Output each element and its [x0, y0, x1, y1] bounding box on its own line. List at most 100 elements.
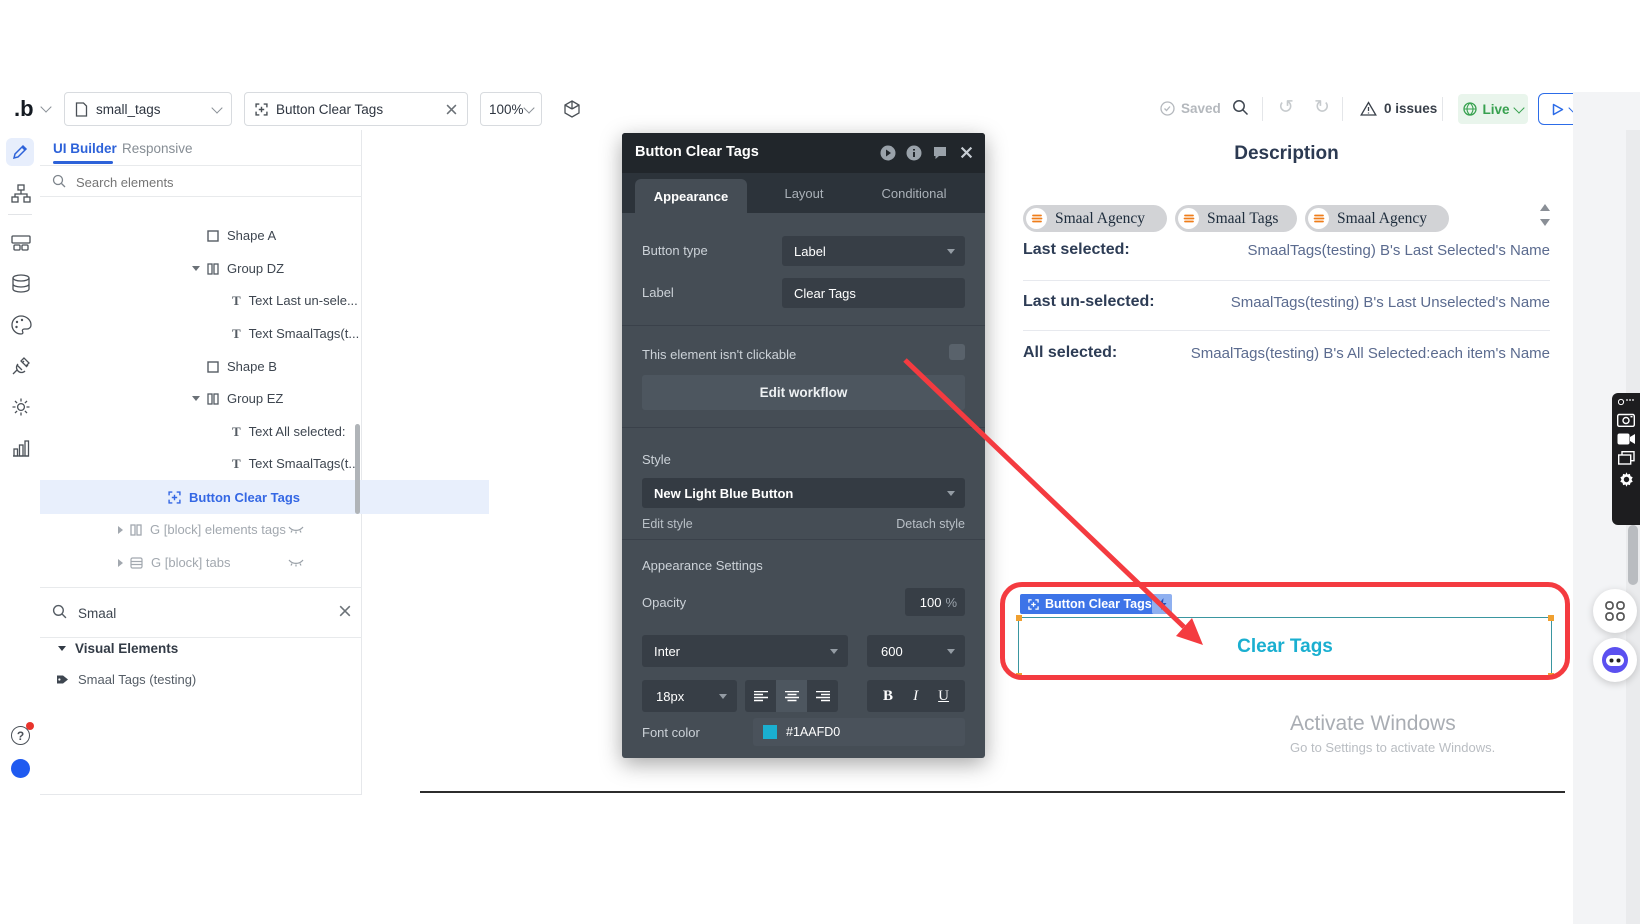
tree-item-shape-a[interactable]: Shape A: [0, 219, 528, 252]
resize-handle[interactable]: [1016, 673, 1022, 679]
caret-collapsed-icon[interactable]: [118, 526, 123, 534]
caret-expanded-icon[interactable]: [192, 396, 200, 405]
tab-appearance[interactable]: Appearance: [635, 179, 747, 213]
underline-button[interactable]: U: [938, 688, 949, 705]
comment-icon[interactable]: [932, 145, 948, 161]
tree-item-g-block-tabs[interactable]: G [block] tabs: [0, 546, 439, 579]
resize-handle[interactable]: [1016, 615, 1022, 621]
tree-item-text-smaaltags-2[interactable]: T Text SmaalTags(t...: [0, 447, 553, 480]
font-color-field[interactable]: #1AAFD0: [753, 718, 965, 746]
detach-style-link[interactable]: Detach style: [896, 517, 965, 531]
caret-expanded-icon[interactable]: [192, 266, 200, 275]
page-dropdown[interactable]: small_tags: [64, 92, 232, 126]
search-result-smaal-tags[interactable]: Smaal Tags (testing): [56, 672, 196, 687]
tabs-border: [40, 165, 362, 166]
clear-tags-button[interactable]: Clear Tags: [1018, 617, 1552, 677]
close-icon[interactable]: [446, 104, 457, 115]
property-editor: Button Clear Tags Appearance Layout Cond…: [622, 133, 985, 758]
search-icon[interactable]: [1232, 99, 1249, 116]
filter-input[interactable]: [76, 602, 330, 624]
font-size-dropdown[interactable]: 18px: [642, 680, 737, 712]
hidden-eye-icon[interactable]: [288, 525, 304, 535]
page-structure-icon[interactable]: [10, 183, 32, 205]
tag-pill[interactable]: Smaal Agency: [1305, 205, 1449, 232]
clear-filter-icon[interactable]: [339, 605, 351, 617]
box-3d-icon[interactable]: [562, 99, 582, 119]
app-logo[interactable]: .b: [14, 96, 34, 122]
tab-ui-builder[interactable]: UI Builder: [53, 141, 117, 156]
assistant-widget[interactable]: [1593, 638, 1637, 682]
tag-pill[interactable]: Smaal Agency: [1023, 205, 1167, 232]
chevron-down-icon: [719, 694, 727, 699]
tree-item-group-ez[interactable]: Group EZ: [0, 382, 513, 415]
edit-workflow-button[interactable]: Edit workflow: [642, 375, 965, 410]
run-icon[interactable]: [880, 145, 896, 161]
logo-chevron-icon[interactable]: [40, 101, 51, 112]
divider: [622, 427, 985, 428]
spinner-up-icon[interactable]: [1540, 204, 1550, 211]
tree-item-text-last-unselected[interactable]: T Text Last un-sele...: [0, 284, 553, 317]
tag-stack-icon: [1308, 208, 1329, 229]
close-icon[interactable]: [960, 146, 973, 159]
section-visual-elements[interactable]: Visual Elements: [58, 641, 178, 656]
button-type-dropdown[interactable]: Label: [782, 236, 965, 266]
tree-item-button-clear-tags[interactable]: Button Clear Tags: [40, 480, 489, 514]
caret-collapsed-icon[interactable]: [118, 559, 123, 567]
windows-layers-icon[interactable]: [1618, 451, 1635, 465]
video-camera-icon[interactable]: [1617, 433, 1635, 445]
issues-indicator[interactable]: 0 issues: [1360, 101, 1437, 116]
live-dropdown[interactable]: Live: [1458, 94, 1528, 124]
align-center-button[interactable]: [776, 680, 807, 712]
rail-design-active[interactable]: [6, 138, 34, 166]
redo-icon[interactable]: ↻: [1314, 96, 1330, 119]
element-target-icon: [255, 103, 268, 116]
undo-icon[interactable]: ↺: [1278, 96, 1294, 119]
font-weight-dropdown[interactable]: 600: [867, 635, 965, 667]
text-icon: T: [232, 293, 241, 309]
style-dropdown[interactable]: New Light Blue Button: [642, 478, 965, 508]
grid-widget[interactable]: [1593, 589, 1637, 633]
resize-handle[interactable]: [1548, 615, 1554, 621]
browser-scrollbar-thumb[interactable]: [1628, 525, 1638, 585]
gear-icon[interactable]: [1618, 471, 1635, 488]
resize-handle[interactable]: [1548, 673, 1554, 679]
tag-pill[interactable]: Smaal Tags: [1175, 205, 1297, 232]
tree-item-group-dz[interactable]: Group DZ: [0, 252, 513, 285]
hidden-eye-icon[interactable]: [288, 558, 304, 568]
property-editor-title: Button Clear Tags: [635, 144, 759, 160]
search-elements-input[interactable]: [74, 171, 318, 193]
align-left-button[interactable]: [745, 680, 776, 712]
align-right-button[interactable]: [807, 680, 838, 712]
edit-style-link[interactable]: Edit style: [642, 517, 693, 531]
tree-item-g-block-elements-tags[interactable]: G [block] elements tags: [0, 513, 439, 546]
opacity-input[interactable]: 100 %: [905, 588, 965, 616]
selection-chip[interactable]: Button Clear Tags: [1020, 594, 1160, 614]
tree-item-shape-b[interactable]: Shape B: [0, 350, 528, 383]
font-family-dropdown[interactable]: Inter: [642, 635, 848, 667]
page-bottom-line: [420, 791, 1565, 793]
row-label: Last un-selected:: [1023, 293, 1155, 311]
group-icon: [130, 524, 142, 536]
spinner-down-icon[interactable]: [1540, 219, 1550, 226]
group-icon: [207, 263, 219, 275]
italic-button[interactable]: I: [913, 688, 918, 705]
tree-item-text-all-selected[interactable]: T Text All selected:: [0, 415, 553, 448]
workflow-chip[interactable]: [1152, 594, 1172, 614]
share-dots-icon[interactable]: [1618, 398, 1634, 406]
assistant-icon[interactable]: [11, 759, 30, 778]
tab-conditional[interactable]: Conditional: [877, 186, 951, 201]
tab-layout[interactable]: Layout: [782, 186, 826, 201]
chevron-down-icon: [830, 649, 838, 654]
property-editor-header[interactable]: Button Clear Tags: [622, 133, 985, 173]
camera-icon[interactable]: [1617, 412, 1635, 427]
element-search-box[interactable]: Button Clear Tags: [244, 92, 468, 126]
tree-scrollbar[interactable]: [355, 424, 360, 514]
bold-button[interactable]: B: [883, 688, 893, 705]
label-input[interactable]: Clear Tags: [782, 278, 965, 308]
tab-responsive[interactable]: Responsive: [122, 141, 193, 156]
clickable-checkbox[interactable]: [949, 344, 965, 360]
tag-icon: [56, 673, 69, 686]
info-icon[interactable]: [906, 145, 922, 161]
zoom-dropdown[interactable]: 100%: [480, 92, 542, 126]
tree-item-text-smaaltags-1[interactable]: T Text SmaalTags(t...: [0, 317, 553, 350]
